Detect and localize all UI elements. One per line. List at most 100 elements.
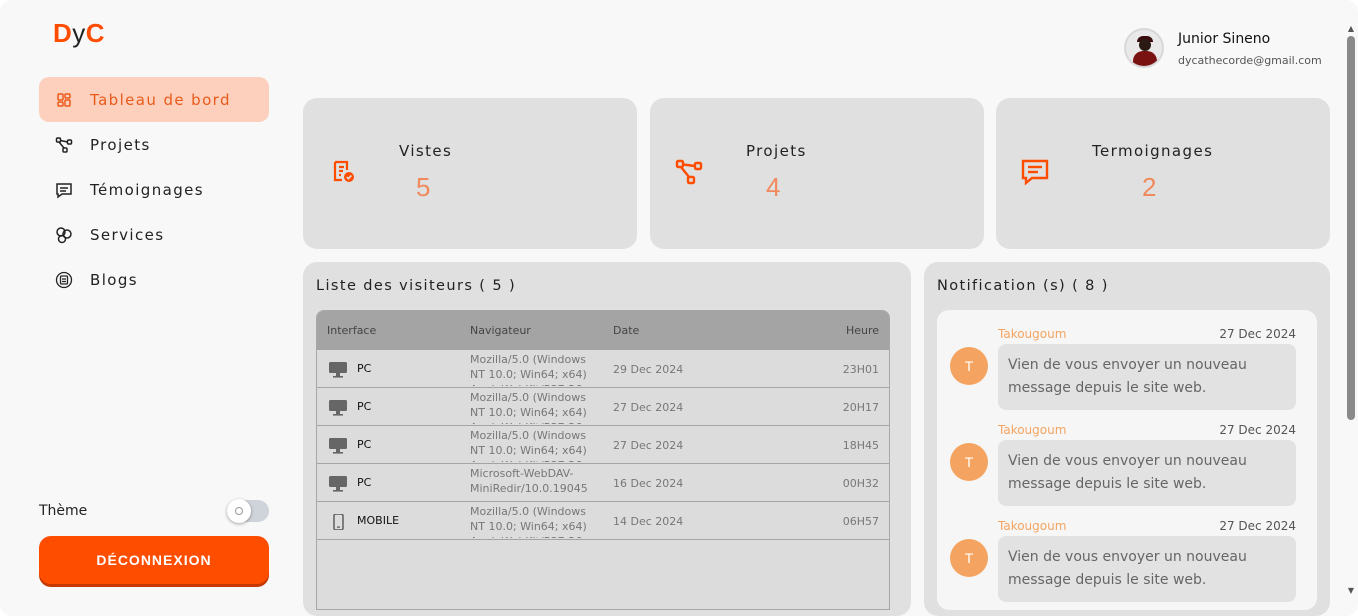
toggle-dot-icon bbox=[235, 507, 243, 515]
cell-navigator: Mozilla/5.0 (Windows NT 10.0; Win64; x64… bbox=[470, 391, 587, 424]
desktop-icon bbox=[329, 476, 347, 492]
sidebar-item-temoignages[interactable]: Témoignages bbox=[39, 167, 269, 212]
project-nodes-icon bbox=[675, 158, 703, 186]
cell-date: 29 Dec 2024 bbox=[613, 363, 684, 376]
notification-sender: Takougoum bbox=[998, 423, 1067, 437]
cell-navigator: Mozilla/5.0 (Windows NT 10.0; Win64; x64… bbox=[470, 429, 587, 462]
brand-logo[interactable]: DyC bbox=[53, 18, 105, 49]
cell-date: 27 Dec 2024 bbox=[613, 401, 684, 414]
sidebar-item-label: Tableau de bord bbox=[90, 90, 231, 109]
cell-hour: 06H57 bbox=[842, 515, 879, 528]
scroll-down-icon[interactable]: ▼ bbox=[1348, 586, 1354, 595]
stat-value: 5 bbox=[416, 172, 431, 202]
project-nodes-icon bbox=[55, 136, 73, 154]
notification-sender: Takougoum bbox=[998, 327, 1067, 341]
dashboard-icon bbox=[55, 91, 73, 109]
cell-interface: PC bbox=[357, 476, 372, 489]
cell-hour: 23H01 bbox=[842, 363, 879, 376]
logo-letter-y: y bbox=[72, 18, 86, 48]
mobile-icon bbox=[329, 513, 347, 531]
table-row[interactable]: PC Mozilla/5.0 (Windows NT 10.0; Win64; … bbox=[317, 426, 889, 464]
sidebar-item-dashboard[interactable]: Tableau de bord bbox=[39, 77, 269, 122]
theme-toggle[interactable] bbox=[227, 499, 269, 523]
cell-date: 27 Dec 2024 bbox=[613, 439, 684, 452]
table-row[interactable]: PC Microsoft-WebDAV-MiniRedir/10.0.19045… bbox=[317, 464, 889, 502]
visitors-table: Interface Navigateur Date Heure PC Mozil… bbox=[316, 310, 890, 610]
chat-icon bbox=[1021, 158, 1049, 186]
stat-value: 4 bbox=[766, 172, 781, 202]
notification-date: 27 Dec 2024 bbox=[1219, 519, 1296, 533]
logout-button[interactable]: DÉCONNEXION bbox=[39, 536, 269, 584]
notification-message: Vien de vous envoyer un nouveau message … bbox=[998, 440, 1296, 506]
services-icon bbox=[55, 226, 73, 244]
notifications-panel: Notification (s) ( 8 ) T Takougoum 27 De… bbox=[924, 262, 1330, 616]
logo-letter-c: C bbox=[85, 18, 106, 48]
notification-date: 27 Dec 2024 bbox=[1219, 327, 1296, 341]
notification-item[interactable]: T Takougoum 27 Dec 2024 Vien de vous env… bbox=[937, 320, 1317, 410]
col-hour: Heure bbox=[845, 324, 879, 337]
notification-avatar: T bbox=[950, 347, 988, 385]
app-window: DyC Tableau de bord Projets Témoignages … bbox=[0, 0, 1358, 616]
sidebar-item-label: Services bbox=[90, 225, 165, 244]
avatar[interactable] bbox=[1124, 28, 1164, 68]
stat-title: Vistes bbox=[399, 142, 453, 160]
cell-interface: PC bbox=[357, 400, 372, 413]
cell-navigator: Mozilla/5.0 (Windows NT 10.0; Win64; x64… bbox=[470, 505, 587, 538]
sidebar-item-label: Projets bbox=[90, 135, 151, 154]
sidebar-nav: Tableau de bord Projets Témoignages Serv… bbox=[39, 77, 269, 302]
table-header: Interface Navigateur Date Heure bbox=[317, 311, 889, 350]
col-date: Date bbox=[613, 324, 640, 337]
sidebar-item-label: Blogs bbox=[90, 270, 138, 289]
profile-text: Junior Sineno dycathecorde@gmail.com bbox=[1178, 31, 1322, 67]
message-icon bbox=[55, 181, 73, 199]
stat-card-testimonials: Termoignages 2 bbox=[996, 98, 1330, 249]
cell-interface: PC bbox=[357, 362, 372, 375]
notifications-title: Notification (s) ( 8 ) bbox=[937, 278, 1109, 294]
profile-name: Junior Sineno bbox=[1178, 31, 1271, 47]
stat-title: Termoignages bbox=[1092, 142, 1214, 160]
sidebar-item-blogs[interactable]: Blogs bbox=[39, 257, 269, 302]
cell-hour: 18H45 bbox=[842, 439, 879, 452]
stat-card-projects: Projets 4 bbox=[650, 98, 984, 249]
notification-message: Vien de vous envoyer un nouveau message … bbox=[998, 344, 1296, 410]
logo-letter-d: D bbox=[53, 18, 73, 48]
table-row[interactable]: PC Mozilla/5.0 (Windows NT 10.0; Win64; … bbox=[317, 350, 889, 388]
theme-label: Thème bbox=[39, 503, 88, 519]
sidebar-item-services[interactable]: Services bbox=[39, 212, 269, 257]
notification-item[interactable]: T Takougoum 27 Dec 2024 Vien de vous env… bbox=[937, 416, 1317, 506]
notification-item[interactable]: T Takougoum 27 Dec 2024 Vien de vous env… bbox=[937, 512, 1317, 602]
cell-interface: MOBILE bbox=[357, 514, 400, 527]
notification-sender: Takougoum bbox=[998, 519, 1067, 533]
theme-row: Thème bbox=[39, 498, 269, 524]
profile-email: dycathecorde@gmail.com bbox=[1178, 54, 1322, 67]
table-row[interactable]: MOBILE Mozilla/5.0 (Windows NT 10.0; Win… bbox=[317, 502, 889, 540]
desktop-icon bbox=[329, 438, 347, 454]
cell-date: 16 Dec 2024 bbox=[613, 477, 684, 490]
visitors-panel: Liste des visiteurs ( 5 ) Interface Navi… bbox=[303, 262, 911, 616]
user-profile[interactable]: Junior Sineno dycathecorde@gmail.com bbox=[1124, 28, 1322, 68]
notifications-list: T Takougoum 27 Dec 2024 Vien de vous env… bbox=[937, 310, 1317, 610]
desktop-icon bbox=[329, 400, 347, 416]
notification-avatar: T bbox=[950, 539, 988, 577]
cell-hour: 00H32 bbox=[842, 477, 879, 490]
desktop-icon bbox=[329, 362, 347, 378]
visits-icon bbox=[331, 158, 359, 186]
cell-navigator: Microsoft-WebDAV-MiniRedir/10.0.19045 bbox=[470, 467, 588, 495]
stat-value: 2 bbox=[1142, 172, 1157, 202]
col-interface: Interface bbox=[327, 324, 377, 337]
notification-avatar: T bbox=[950, 443, 988, 481]
stat-title: Projets bbox=[746, 142, 807, 160]
sidebar-item-label: Témoignages bbox=[90, 180, 204, 199]
cell-date: 14 Dec 2024 bbox=[613, 515, 684, 528]
scrollbar-thumb[interactable] bbox=[1347, 36, 1355, 420]
toggle-knob[interactable] bbox=[227, 499, 251, 523]
col-navigator: Navigateur bbox=[470, 324, 531, 337]
notification-message: Vien de vous envoyer un nouveau message … bbox=[998, 536, 1296, 602]
scroll-up-icon[interactable]: ▲ bbox=[1348, 24, 1354, 33]
visitors-title: Liste des visiteurs ( 5 ) bbox=[316, 278, 517, 294]
sidebar-item-projets[interactable]: Projets bbox=[39, 122, 269, 167]
table-row[interactable]: PC Mozilla/5.0 (Windows NT 10.0; Win64; … bbox=[317, 388, 889, 426]
notification-date: 27 Dec 2024 bbox=[1219, 423, 1296, 437]
stat-card-visits: Vistes 5 bbox=[303, 98, 637, 249]
cell-navigator: Mozilla/5.0 (Windows NT 10.0; Win64; x64… bbox=[470, 353, 587, 386]
